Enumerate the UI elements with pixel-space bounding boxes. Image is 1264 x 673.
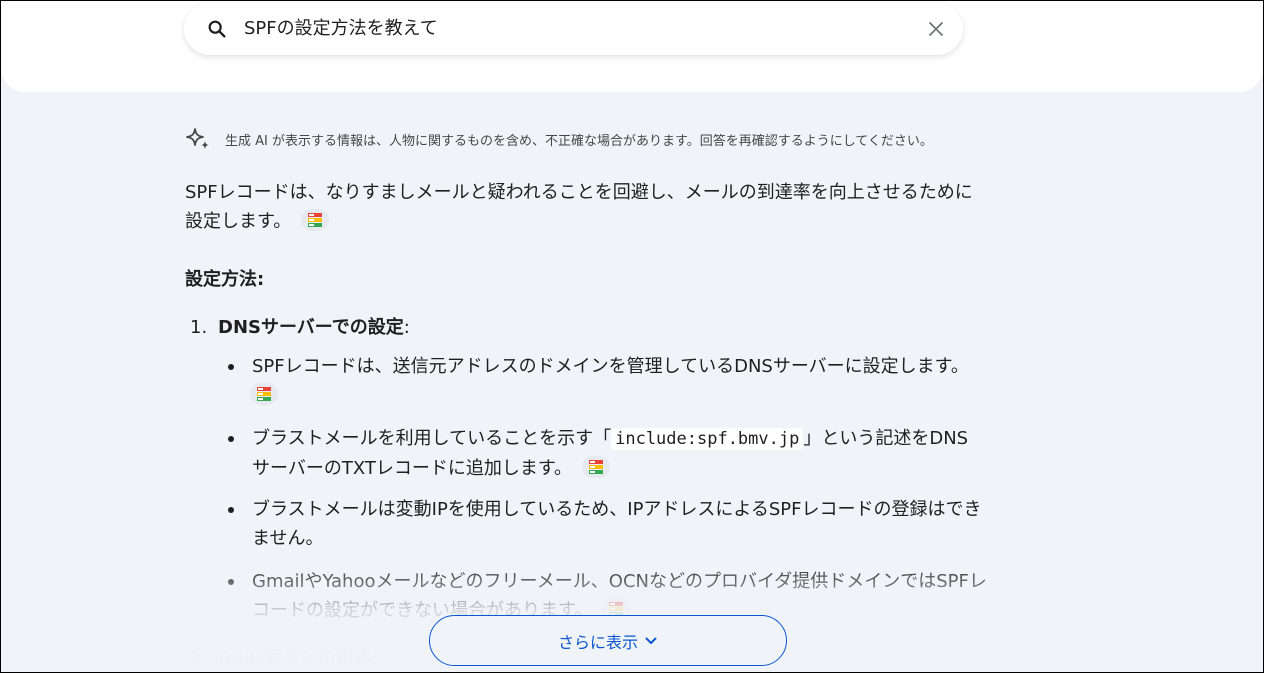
step-item: 2. DKIM署名との併用: (190, 646, 379, 672)
step-item: 1. DNSサーバーでの設定: (190, 314, 410, 342)
bullet-text-after: 」という記述をDNS (803, 428, 969, 449)
show-more-button[interactable]: さらに表示 (429, 615, 787, 666)
bullet-text-line-1: GmailやYahooメールなどのフリーメール、OCNなどのプロバイダ提供ドメイ… (252, 571, 987, 592)
code-snippet: include:spf.bmv.jp (611, 428, 804, 450)
bullet-text-line-2: ません。 (252, 528, 324, 549)
bullet-text-before: ブラストメールを利用していることを示す「 (252, 428, 612, 449)
source-link-icon (609, 602, 624, 616)
source-link-icon (308, 213, 323, 227)
ai-overview-page: SPFの設定方法を教えて 生成 AI が表示する情報は、人物に関するものを含め、… (0, 0, 1264, 673)
source-chip[interactable] (582, 456, 611, 478)
step-title: DKIM署名との併用 (218, 649, 373, 670)
sparkle-icon (186, 128, 209, 149)
disclaimer-text: 生成 AI が表示する情報は、人物に関するものを含め、不正確な場合があります。回… (225, 133, 933, 149)
section-heading: 設定方法: (185, 269, 265, 290)
bullet-item: ブラストメールを利用していることを示す「 include:spf.bmv.jp 」と… (228, 424, 1042, 483)
bullet-item: ブラストメールは変動IPを使用しているため、IPアドレスによるSPFレコードの登… (228, 495, 1042, 553)
intro-line-1: SPFレコードは、なりすましメールと疑われることを回避し、メールの到達率を向上さ… (185, 182, 973, 203)
step-number: 1. (190, 317, 208, 338)
source-chip[interactable] (301, 209, 330, 231)
intro-line-2: 設定します。 (185, 211, 292, 232)
bullet-text-line-2: サーバーのTXTレコードに追加します。 (252, 458, 573, 479)
step-title: DNSサーバーでの設定 (218, 317, 404, 338)
chevron-down-icon (645, 637, 657, 644)
show-more-label: さらに表示 (557, 632, 638, 652)
step-suffix: : (372, 649, 379, 670)
source-link-icon (589, 460, 604, 474)
bullet-text: SPFレコードは、送信元アドレスのドメインを管理しているDNSサーバーに設定しま… (252, 356, 969, 377)
source-chip[interactable] (250, 383, 278, 405)
step-suffix: : (403, 317, 410, 338)
source-link-icon (257, 387, 271, 401)
ai-disclaimer: 生成 AI が表示する情報は、人物に関するものを含め、不正確な場合があります。回… (185, 125, 933, 153)
step-number: 2. (190, 649, 208, 670)
bullet-text-line-1: ブラストメールは変動IPを使用しているため、IPアドレスによるSPFレコードの登… (252, 499, 982, 520)
ai-overview-content: 生成 AI が表示する情報は、人物に関するものを含め、不正確な場合があります。回… (1, 1, 1263, 672)
bullet-item: SPFレコードは、送信元アドレスのドメインを管理しているDNSサーバーに設定しま… (228, 352, 1042, 410)
answer-intro: SPFレコードは、なりすましメールと疑われることを回避し、メールの到達率を向上さ… (185, 178, 1035, 236)
